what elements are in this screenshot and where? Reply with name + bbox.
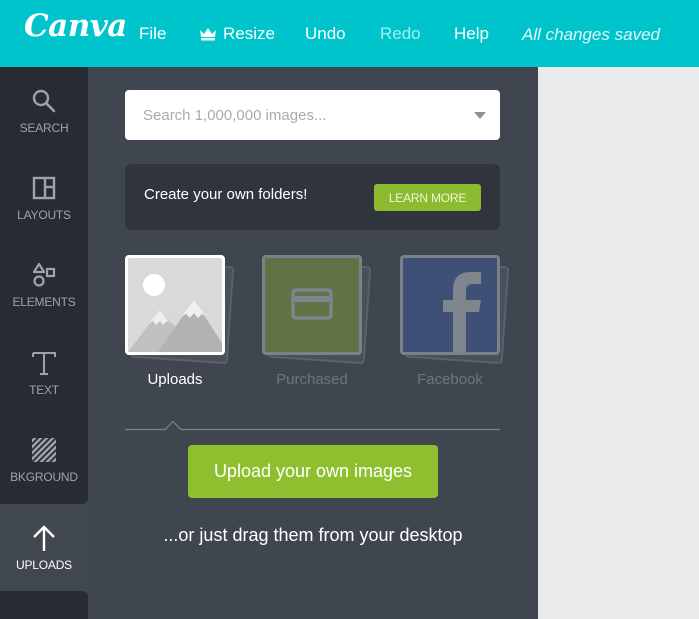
save-status: All changes saved [522,25,660,44]
folders-promo: Create your own folders! LEARN MORE [125,164,500,230]
crown-icon [200,28,216,41]
menu-resize[interactable]: Resize [199,24,275,44]
sidebar-item-label: ELEMENTS [12,295,76,309]
dropdown-caret-icon[interactable] [474,112,486,119]
canva-logo[interactable]: Canva [24,8,127,44]
sidebar: SEARCH LAYOUTS ELEMENTS TEXT BKGROUND UP… [0,67,88,619]
text-icon [30,349,58,377]
image-search-input[interactable] [143,106,463,124]
upload-images-button[interactable]: Upload your own images [188,445,438,498]
menu-help[interactable]: Help [454,24,489,44]
sidebar-item-label: BKGROUND [10,470,78,484]
top-bar: Canva File Resize Undo Redo Help All cha… [0,0,699,67]
sidebar-item-label: LAYOUTS [17,208,71,222]
design-canvas-area[interactable] [538,67,699,619]
elements-icon [30,261,58,289]
drag-hint-text: ...or just drag them from your desktop [163,525,463,545]
menu-redo[interactable]: Redo [380,24,421,44]
menu-file[interactable]: File [139,24,166,44]
sidebar-item-text[interactable]: TEXT [0,329,88,416]
source-label: Purchased [276,371,348,388]
image-placeholder-icon [125,255,225,355]
credit-card-icon [291,288,333,320]
facebook-icon [443,272,481,352]
upload-arrow-icon [30,524,58,552]
layouts-icon [30,174,58,202]
sidebar-item-search[interactable]: SEARCH [0,67,88,154]
sidebar-item-layouts[interactable]: LAYOUTS [0,154,88,241]
learn-more-button[interactable]: LEARN MORE [374,184,481,211]
sidebar-item-elements[interactable]: ELEMENTS [0,241,88,328]
tab-indicator-divider [125,420,500,431]
menu-undo[interactable]: Undo [305,24,346,44]
promo-text: Create your own folders! [144,186,308,203]
sidebar-item-label: UPLOADS [16,558,72,572]
source-label: Facebook [417,371,483,388]
uploads-panel: Create your own folders! LEARN MORE Uplo… [88,67,538,619]
search-icon [30,87,58,115]
source-tile [400,255,500,355]
sidebar-item-label: SEARCH [19,121,69,135]
sidebar-background-bottom [0,591,88,619]
source-tile [262,255,362,355]
image-search-box[interactable] [125,90,500,140]
sidebar-item-uploads[interactable]: UPLOADS [0,504,88,591]
sidebar-item-background[interactable]: BKGROUND [0,416,88,503]
background-icon [30,436,58,464]
source-label: Uploads [147,371,203,388]
menu-resize-label: Resize [223,24,275,43]
sidebar-item-label: TEXT [29,383,59,397]
